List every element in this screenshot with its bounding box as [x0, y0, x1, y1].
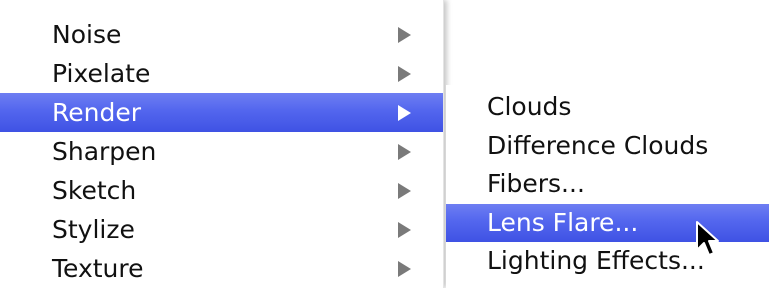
menu-item-label: Noise: [52, 20, 122, 49]
menu-item-render[interactable]: Render: [0, 93, 443, 132]
menu-item-label: Clouds: [487, 92, 572, 121]
menu-stage: Noise Pixelate Render Sharpen Sketch Sty…: [0, 0, 769, 288]
submenu-arrow-icon: [398, 104, 411, 121]
submenu-arrow-icon: [398, 221, 411, 238]
menu-item-label: Stylize: [52, 215, 135, 244]
menu-item-sketch[interactable]: Sketch: [0, 171, 443, 210]
submenu-item-fibers[interactable]: Fibers...: [446, 165, 769, 204]
menu-item-label: Difference Clouds: [487, 130, 709, 160]
menu-item-label: Fibers...: [487, 169, 585, 199]
submenu-arrow-icon: [398, 182, 411, 199]
menu-item-label: Render: [52, 98, 142, 127]
filter-category-menu: Noise Pixelate Render Sharpen Sketch Sty…: [0, 0, 444, 288]
menu-item-label: Lighting Effects...: [487, 246, 705, 276]
submenu-arrow-icon: [398, 260, 411, 277]
menu-item-sharpen[interactable]: Sharpen: [0, 132, 443, 171]
submenu-item-clouds[interactable]: Clouds: [446, 88, 769, 127]
menu-item-label: Sketch: [52, 176, 137, 205]
menu-item-label: Pixelate: [52, 59, 151, 88]
menu-item-texture[interactable]: Texture: [0, 249, 443, 288]
menu-item-pixelate[interactable]: Pixelate: [0, 54, 443, 93]
menu-item-stylize[interactable]: Stylize: [0, 210, 443, 249]
mouse-pointer-icon: [696, 221, 719, 256]
menu-item-noise[interactable]: Noise: [0, 15, 443, 54]
menu-item-label: Texture: [52, 254, 144, 283]
menu-item-label: Lens Flare...: [487, 207, 639, 237]
submenu-arrow-icon: [398, 65, 411, 82]
submenu-arrow-icon: [398, 26, 411, 43]
submenu-arrow-icon: [398, 143, 411, 160]
submenu-item-difference-clouds[interactable]: Difference Clouds: [446, 127, 769, 166]
menu-item-label: Sharpen: [52, 137, 157, 166]
